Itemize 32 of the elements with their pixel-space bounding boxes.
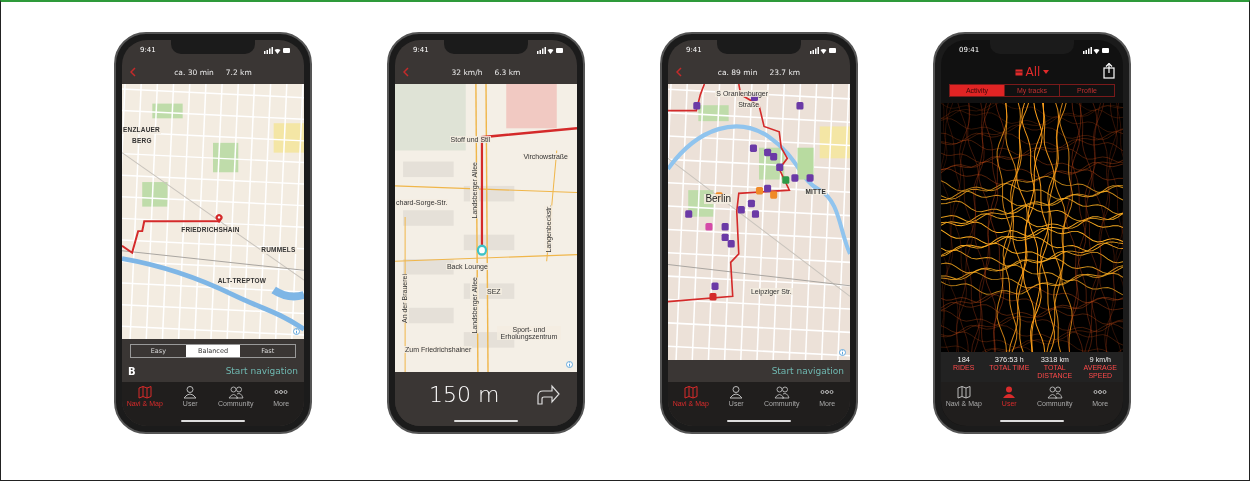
back-icon[interactable] <box>676 67 682 77</box>
user-icon <box>182 385 199 399</box>
back-icon[interactable] <box>130 67 136 77</box>
home-indicator <box>1000 420 1064 422</box>
user-icon <box>728 385 745 399</box>
back-icon[interactable] <box>403 67 409 77</box>
map-icon <box>955 385 972 399</box>
users-icon <box>1046 385 1063 399</box>
status-icons <box>537 46 563 54</box>
users-icon <box>227 385 244 399</box>
start-navigation-link[interactable]: Start navigation <box>225 366 298 376</box>
home-indicator <box>454 420 518 422</box>
map-icon <box>682 385 699 399</box>
home-indicator <box>727 420 791 422</box>
status-icons <box>1083 46 1109 54</box>
info-icon[interactable] <box>566 361 573 368</box>
start-navigation-link[interactable]: Start navigation <box>771 366 844 376</box>
turn-distance: 150 m <box>429 381 500 407</box>
home-indicator <box>181 420 245 422</box>
user-icon <box>1001 385 1018 399</box>
caret-icon <box>1043 70 1050 74</box>
map-icon <box>136 385 153 399</box>
status-icons <box>810 46 836 54</box>
filter-dropdown[interactable]: All <box>1014 65 1050 79</box>
destination-label: B <box>128 365 136 377</box>
info-icon[interactable] <box>839 349 846 356</box>
users-icon <box>773 385 790 399</box>
info-icon[interactable] <box>293 328 300 335</box>
share-icon[interactable] <box>1103 63 1115 79</box>
map-label: Berlin <box>704 194 732 205</box>
status-icons <box>264 46 290 54</box>
turn-right-icon <box>535 383 561 405</box>
